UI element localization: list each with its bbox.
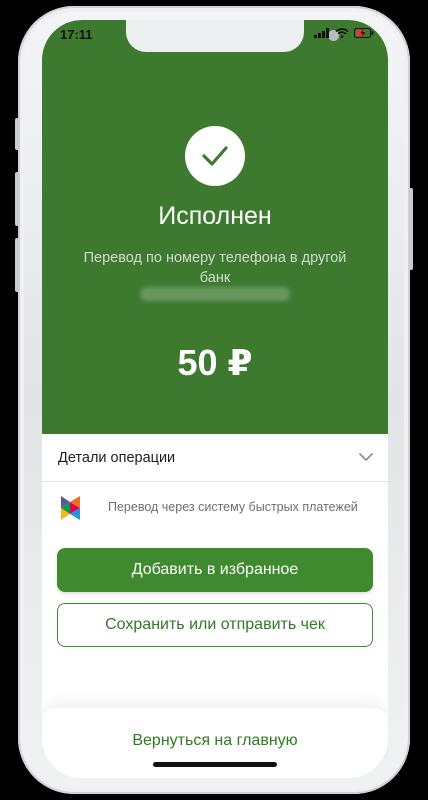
check-icon: [202, 146, 228, 166]
add-to-favorites-button[interactable]: Добавить в избранное: [57, 548, 373, 592]
status-icons: [314, 28, 374, 38]
bottom-action-bar: Вернуться на главную: [42, 708, 388, 778]
result-header: 17:11 Исполнен Перевод по номеру телефон…: [42, 20, 388, 434]
transfer-description: Перевод по номеру телефона в другой банк: [83, 250, 347, 286]
signal-icon: [314, 28, 329, 38]
phone-volume-down-button: [15, 238, 19, 292]
battery-icon: [354, 28, 374, 38]
transfer-amount: 50 ₽: [177, 342, 253, 383]
phone-side-button: [15, 118, 19, 150]
details-label: Детали операции: [58, 450, 176, 466]
chevron-down-icon: [359, 453, 373, 461]
phone-screen: 17:11 Исполнен Перевод по номеру телефон…: [42, 20, 388, 778]
sbp-description: Перевод через систему быстрых платежей: [108, 500, 358, 514]
operation-details-toggle[interactable]: Детали операции: [42, 435, 388, 482]
phone-volume-up-button: [15, 172, 19, 226]
wifi-icon: [335, 28, 349, 38]
sbp-info-row: Перевод через систему быстрых платежей: [42, 488, 388, 528]
home-indicator[interactable]: [153, 762, 277, 767]
sbp-logo-icon: [61, 496, 80, 520]
save-or-send-receipt-button[interactable]: Сохранить или отправить чек: [57, 603, 373, 647]
phone-power-button: [409, 188, 413, 270]
notch: [126, 20, 339, 52]
recipient-name-redacted: [140, 287, 290, 301]
return-home-button[interactable]: Вернуться на главную: [42, 732, 388, 750]
status-title: Исполнен: [158, 202, 272, 230]
success-check-badge: [185, 126, 245, 186]
status-time: 17:11: [60, 27, 93, 42]
